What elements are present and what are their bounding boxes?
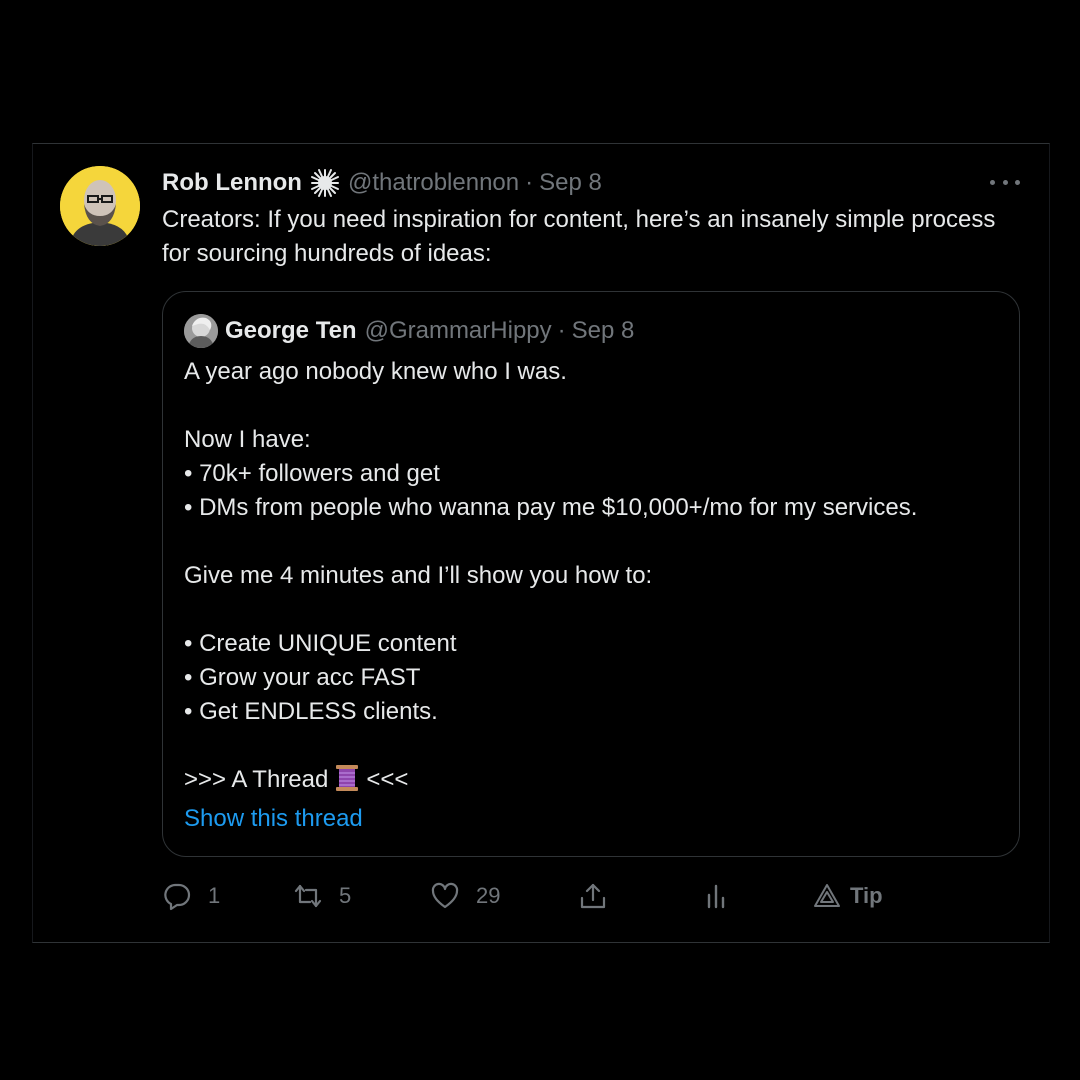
share-button[interactable] bbox=[578, 878, 608, 914]
author-name[interactable]: Rob Lennon bbox=[162, 169, 302, 197]
sparkle-burst-icon bbox=[310, 168, 340, 198]
quoted-line: • Grow your acc FAST bbox=[184, 664, 421, 691]
like-button[interactable]: 29 bbox=[430, 878, 500, 914]
retweet-icon bbox=[294, 884, 322, 908]
quoted-header: George Ten @GrammarHippy · Sep 8 bbox=[225, 314, 634, 348]
reply-icon bbox=[164, 883, 191, 911]
quoted-header-separator: · bbox=[557, 317, 566, 344]
quoted-line bbox=[184, 389, 1004, 423]
quoted-date: Sep 8 bbox=[571, 317, 635, 344]
share-icon bbox=[580, 883, 606, 909]
like-count: 29 bbox=[476, 883, 501, 908]
thread-line: >>> A Thread <<< bbox=[184, 763, 1004, 797]
quoted-line: Now I have: bbox=[184, 426, 311, 453]
quoted-line bbox=[184, 729, 1004, 763]
quoted-line: Give me 4 minutes and I’ll show you how … bbox=[184, 562, 653, 589]
thread-spool-icon bbox=[334, 763, 360, 793]
more-horizontal-icon[interactable] bbox=[990, 174, 1020, 190]
quoted-line bbox=[184, 593, 1004, 627]
author-avatar[interactable] bbox=[60, 166, 140, 246]
quoted-body: A year ago nobody knew who I was. Now I … bbox=[184, 355, 1004, 797]
tweet-date[interactable]: Sep 8 bbox=[539, 169, 602, 197]
tweet-text: Creators: If you need inspiration for co… bbox=[162, 206, 996, 267]
quoted-line: • 70k+ followers and get bbox=[184, 460, 440, 487]
tweet-header: Rob Lennon @thatroblennon · Sep 8 bbox=[162, 167, 602, 199]
thread-line-suffix: <<< bbox=[366, 766, 409, 793]
show-thread-link[interactable]: Show this thread bbox=[184, 802, 363, 836]
tip-label: Tip bbox=[850, 883, 883, 908]
retweet-button[interactable]: 5 bbox=[293, 878, 351, 914]
header-separator: · bbox=[525, 169, 534, 196]
quoted-author-handle: @GrammarHippy bbox=[364, 317, 552, 344]
retweet-count: 5 bbox=[339, 883, 352, 908]
reply-count: 1 bbox=[208, 883, 221, 908]
quoted-line: • Get ENDLESS clients. bbox=[184, 698, 438, 725]
quoted-author-name: George Ten bbox=[225, 317, 357, 344]
quoted-line: • Create UNIQUE content bbox=[184, 630, 457, 657]
tip-button[interactable]: Tip bbox=[812, 878, 883, 914]
thread-line-prefix: >>> A Thread bbox=[184, 766, 329, 793]
analytics-icon bbox=[707, 884, 725, 909]
heart-icon bbox=[431, 882, 459, 909]
quoted-author-avatar bbox=[184, 314, 218, 348]
analytics-button[interactable] bbox=[701, 878, 731, 914]
quoted-line: A year ago nobody knew who I was. bbox=[184, 358, 567, 385]
quoted-line bbox=[184, 525, 1004, 559]
reply-button[interactable]: 1 bbox=[162, 878, 220, 914]
quoted-line: • DMs from people who wanna pay me $10,0… bbox=[184, 494, 918, 521]
tip-icon bbox=[814, 884, 840, 907]
author-handle[interactable]: @thatroblennon bbox=[348, 169, 519, 197]
